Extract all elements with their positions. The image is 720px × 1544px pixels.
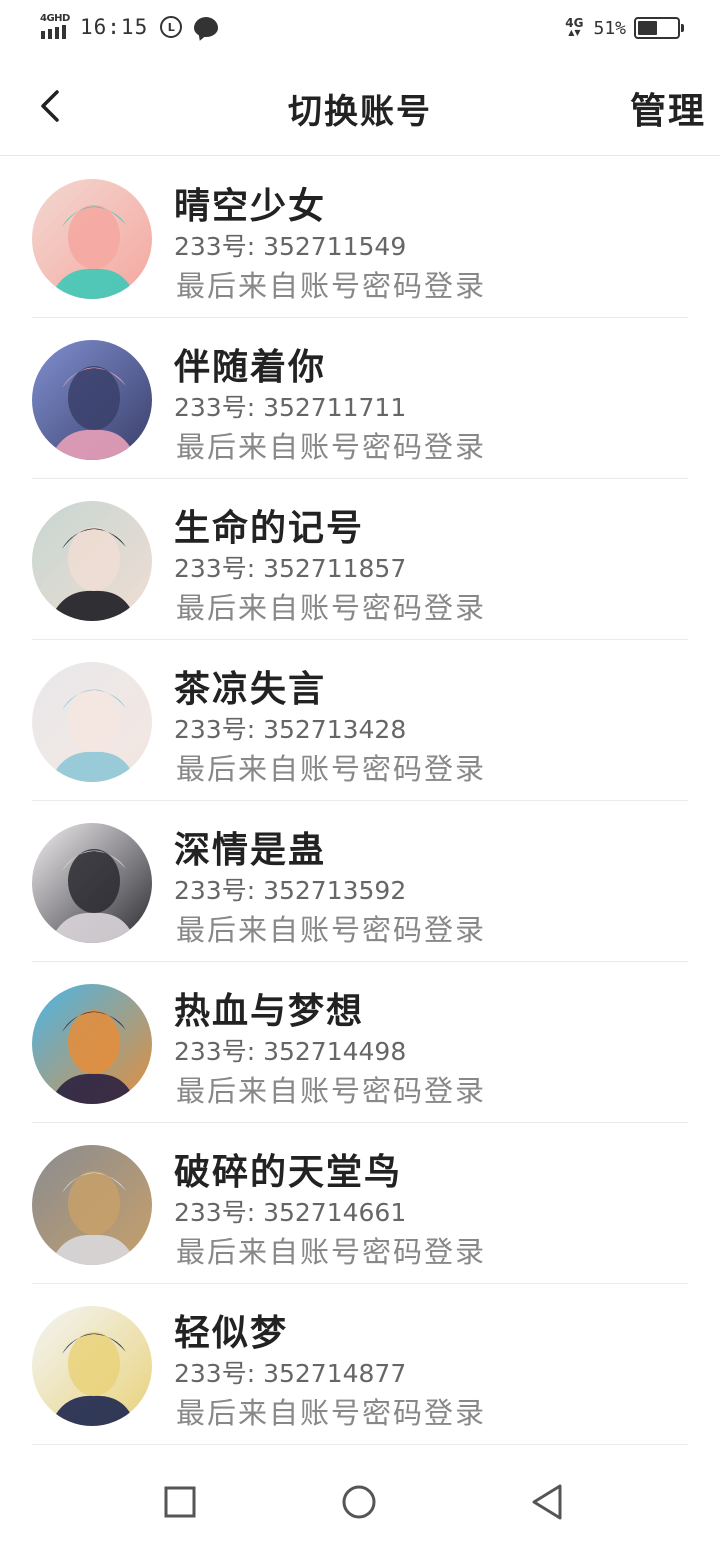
- account-id: 233号: 352714498: [174, 1037, 407, 1066]
- account-id: 233号: 352711711: [174, 393, 407, 422]
- account-name: 热血与梦想: [174, 991, 365, 1032]
- account-name: 轻似梦: [174, 1313, 289, 1354]
- account-item[interactable]: 深情是蛊 233号: 352713592 最后来自账号密码登录: [0, 801, 720, 962]
- account-item[interactable]: 茶凉失言 233号: 352713428 最后来自账号密码登录: [0, 640, 720, 801]
- status-bar: 4GHD 16:15 L 4G ▲▼ 51%: [0, 0, 720, 56]
- account-id: 233号: 352713592: [174, 876, 407, 905]
- avatar-image: [32, 662, 152, 782]
- mobile-data-icon: 4G ▲▼: [565, 16, 584, 37]
- avatar: [32, 179, 152, 299]
- avatar: [32, 501, 152, 621]
- system-back-button[interactable]: [528, 1482, 568, 1522]
- account-list: 晴空少女 233号: 352711549 最后来自账号密码登录 伴随着你 233号: 3…: [0, 157, 720, 1445]
- avatar: [32, 1306, 152, 1426]
- account-item[interactable]: 晴空少女 233号: 352711549 最后来自账号密码登录: [0, 157, 720, 318]
- battery-percentage: 51%: [593, 17, 626, 39]
- account-name: 茶凉失言: [174, 669, 327, 710]
- status-right: 4G ▲▼ 51%: [565, 14, 684, 42]
- system-nav-bar: [0, 1446, 720, 1544]
- account-id: 233号: 352714877: [174, 1359, 407, 1388]
- battery-level-fill: [638, 21, 657, 35]
- account-name: 破碎的天堂鸟: [174, 1152, 403, 1193]
- account-name: 伴随着你: [174, 347, 327, 388]
- network-type-label: 4GHD: [40, 13, 70, 24]
- avatar-image: [32, 179, 152, 299]
- home-icon: [342, 1485, 376, 1519]
- account-login-method: 最后来自账号密码登录: [176, 1396, 487, 1430]
- account-id: 233号: 352714661: [174, 1198, 407, 1227]
- account-login-method: 最后来自账号密码登录: [176, 1074, 487, 1108]
- account-item[interactable]: 生命的记号 233号: 352711857 最后来自账号密码登录: [0, 479, 720, 640]
- account-login-method: 最后来自账号密码登录: [176, 752, 487, 786]
- account-id: 233号: 352713428: [174, 715, 407, 744]
- battery-icon: [634, 17, 684, 39]
- recent-apps-button[interactable]: [160, 1482, 200, 1522]
- back-triangle-icon: [532, 1484, 562, 1520]
- avatar: [32, 823, 152, 943]
- manage-button[interactable]: 管理: [630, 82, 706, 134]
- account-name: 生命的记号: [174, 508, 365, 549]
- avatar: [32, 984, 152, 1104]
- account-name: 深情是蛊: [174, 830, 327, 871]
- recent-apps-icon: [164, 1486, 196, 1518]
- avatar: [32, 1145, 152, 1265]
- home-button[interactable]: [339, 1482, 379, 1522]
- avatar: [32, 340, 152, 460]
- notification-badge-letter: L: [167, 20, 175, 34]
- account-item[interactable]: 轻似梦 233号: 352714877 最后来自账号密码登录: [0, 1284, 720, 1445]
- account-item[interactable]: 热血与梦想 233号: 352714498 最后来自账号密码登录: [0, 962, 720, 1123]
- notification-badge-icon: L: [160, 16, 183, 38]
- avatar: [32, 662, 152, 782]
- page-title: 切换账号: [288, 92, 432, 132]
- avatar-image: [32, 1145, 152, 1265]
- chat-bubble-icon: [194, 17, 219, 37]
- account-item[interactable]: 伴随着你 233号: 352711711 最后来自账号密码登录: [0, 318, 720, 479]
- avatar-image: [32, 1306, 152, 1426]
- account-login-method: 最后来自账号密码登录: [176, 269, 487, 303]
- account-login-method: 最后来自账号密码登录: [176, 430, 487, 464]
- account-id: 233号: 352711857: [174, 554, 407, 583]
- account-item[interactable]: 破碎的天堂鸟 233号: 352714661 最后来自账号密码登录: [0, 1123, 720, 1284]
- avatar-image: [32, 823, 152, 943]
- account-login-method: 最后来自账号密码登录: [176, 913, 487, 947]
- cellular-signal-icon: 4GHD: [40, 13, 72, 41]
- status-left: 4GHD 16:15 L: [40, 12, 219, 42]
- account-login-method: 最后来自账号密码登录: [176, 1235, 487, 1269]
- avatar-image: [32, 340, 152, 460]
- account-id: 233号: 352711549: [174, 232, 407, 261]
- app-header: 切换账号 管理: [0, 56, 720, 156]
- status-time: 16:15: [80, 15, 149, 39]
- avatar-image: [32, 501, 152, 621]
- account-name: 晴空少女: [174, 186, 327, 227]
- account-login-method: 最后来自账号密码登录: [176, 591, 487, 625]
- avatar-image: [32, 984, 152, 1104]
